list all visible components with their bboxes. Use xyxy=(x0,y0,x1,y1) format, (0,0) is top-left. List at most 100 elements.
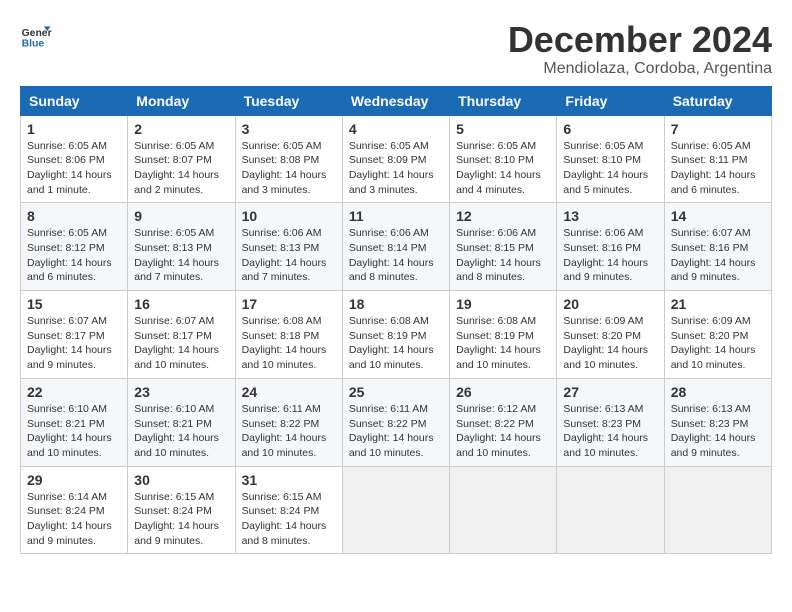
calendar-table: SundayMondayTuesdayWednesdayThursdayFrid… xyxy=(20,86,772,555)
logo: General Blue xyxy=(20,20,52,52)
calendar-cell xyxy=(557,466,664,554)
svg-text:Blue: Blue xyxy=(22,38,45,49)
day-info: Sunrise: 6:13 AMSunset: 8:23 PMDaylight:… xyxy=(563,402,657,461)
day-info: Sunrise: 6:05 AMSunset: 8:12 PMDaylight:… xyxy=(27,226,121,285)
day-info: Sunrise: 6:08 AMSunset: 8:19 PMDaylight:… xyxy=(349,314,443,373)
day-number: 16 xyxy=(134,296,228,312)
day-number: 24 xyxy=(242,384,336,400)
sunset-text: Sunset: 8:16 PM xyxy=(563,241,657,256)
daylight-text: Daylight: 14 hours and 10 minutes. xyxy=(242,343,336,372)
calendar-week-row: 8Sunrise: 6:05 AMSunset: 8:12 PMDaylight… xyxy=(21,203,772,291)
day-info: Sunrise: 6:12 AMSunset: 8:22 PMDaylight:… xyxy=(456,402,550,461)
day-info: Sunrise: 6:06 AMSunset: 8:15 PMDaylight:… xyxy=(456,226,550,285)
day-info: Sunrise: 6:05 AMSunset: 8:11 PMDaylight:… xyxy=(671,139,765,198)
calendar-cell: 5Sunrise: 6:05 AMSunset: 8:10 PMDaylight… xyxy=(450,115,557,203)
day-number: 15 xyxy=(27,296,121,312)
calendar-cell: 20Sunrise: 6:09 AMSunset: 8:20 PMDayligh… xyxy=(557,291,664,379)
sunset-text: Sunset: 8:19 PM xyxy=(349,329,443,344)
calendar-cell xyxy=(450,466,557,554)
day-number: 13 xyxy=(563,208,657,224)
daylight-text: Daylight: 14 hours and 10 minutes. xyxy=(456,343,550,372)
day-info: Sunrise: 6:13 AMSunset: 8:23 PMDaylight:… xyxy=(671,402,765,461)
calendar-cell: 28Sunrise: 6:13 AMSunset: 8:23 PMDayligh… xyxy=(664,378,771,466)
calendar-cell: 14 Sunrise: 6:07 AMSunset: 8:16 PMDayligh… xyxy=(664,203,771,291)
sunrise-text: Sunrise: 6:05 AM xyxy=(349,139,443,154)
daylight-text: Daylight: 14 hours and 10 minutes. xyxy=(671,343,765,372)
day-number: 2 xyxy=(134,121,228,137)
sunrise-text: Sunrise: 6:05 AM xyxy=(563,139,657,154)
calendar-cell: 15Sunrise: 6:07 AMSunset: 8:17 PMDayligh… xyxy=(21,291,128,379)
day-number: 29 xyxy=(27,472,121,488)
sunset-text: Sunset: 8:23 PM xyxy=(671,417,765,432)
daylight-text: Daylight: 14 hours and 7 minutes. xyxy=(242,256,336,285)
weekday-header-row: SundayMondayTuesdayWednesdayThursdayFrid… xyxy=(21,86,772,115)
sunrise-text: Sunrise: 6:07 AM xyxy=(671,226,765,241)
day-number: 12 xyxy=(456,208,550,224)
day-info: Sunrise: 6:14 AMSunset: 8:24 PMDaylight:… xyxy=(27,490,121,549)
daylight-text: Daylight: 14 hours and 10 minutes. xyxy=(242,431,336,460)
sunrise-text: Sunrise: 6:05 AM xyxy=(456,139,550,154)
weekday-header-monday: Monday xyxy=(128,86,235,115)
day-info: Sunrise: 6:10 AMSunset: 8:21 PMDaylight:… xyxy=(134,402,228,461)
daylight-text: Daylight: 14 hours and 2 minutes. xyxy=(134,168,228,197)
calendar-cell: 11Sunrise: 6:06 AMSunset: 8:14 PMDayligh… xyxy=(342,203,449,291)
sunrise-text: Sunrise: 6:08 AM xyxy=(242,314,336,329)
sunset-text: Sunset: 8:22 PM xyxy=(349,417,443,432)
calendar-cell: 4Sunrise: 6:05 AMSunset: 8:09 PMDaylight… xyxy=(342,115,449,203)
calendar-cell: 13Sunrise: 6:06 AMSunset: 8:16 PMDayligh… xyxy=(557,203,664,291)
location-subtitle: Mendiolaza, Cordoba, Argentina xyxy=(508,60,772,78)
calendar-week-row: 22Sunrise: 6:10 AMSunset: 8:21 PMDayligh… xyxy=(21,378,772,466)
daylight-text: Daylight: 14 hours and 3 minutes. xyxy=(242,168,336,197)
day-number: 31 xyxy=(242,472,336,488)
day-number: 14 xyxy=(671,208,765,224)
calendar-cell: 7 Sunrise: 6:05 AMSunset: 8:11 PMDaylight… xyxy=(664,115,771,203)
daylight-text: Daylight: 14 hours and 10 minutes. xyxy=(27,431,121,460)
day-info: Sunrise: 6:05 AMSunset: 8:09 PMDaylight:… xyxy=(349,139,443,198)
calendar-cell: 23Sunrise: 6:10 AMSunset: 8:21 PMDayligh… xyxy=(128,378,235,466)
weekday-header-sunday: Sunday xyxy=(21,86,128,115)
page-header: General Blue December 2024 Mendiolaza, C… xyxy=(20,20,772,78)
day-number: 9 xyxy=(134,208,228,224)
day-number: 10 xyxy=(242,208,336,224)
day-info: Sunrise: 6:08 AMSunset: 8:18 PMDaylight:… xyxy=(242,314,336,373)
sunrise-text: Sunrise: 6:11 AM xyxy=(349,402,443,417)
calendar-cell xyxy=(342,466,449,554)
sunset-text: Sunset: 8:10 PM xyxy=(456,153,550,168)
sunset-text: Sunset: 8:10 PM xyxy=(563,153,657,168)
day-number: 20 xyxy=(563,296,657,312)
day-info: Sunrise: 6:06 AMSunset: 8:13 PMDaylight:… xyxy=(242,226,336,285)
daylight-text: Daylight: 14 hours and 9 minutes. xyxy=(27,343,121,372)
daylight-text: Daylight: 14 hours and 9 minutes. xyxy=(671,431,765,460)
month-title: December 2024 xyxy=(508,20,772,60)
calendar-cell: 3Sunrise: 6:05 AMSunset: 8:08 PMDaylight… xyxy=(235,115,342,203)
day-number: 27 xyxy=(563,384,657,400)
daylight-text: Daylight: 14 hours and 7 minutes. xyxy=(134,256,228,285)
day-info: Sunrise: 6:11 AMSunset: 8:22 PMDaylight:… xyxy=(242,402,336,461)
day-number: 11 xyxy=(349,208,443,224)
calendar-cell: 2Sunrise: 6:05 AMSunset: 8:07 PMDaylight… xyxy=(128,115,235,203)
calendar-cell: 27 Sunrise: 6:13 AMSunset: 8:23 PMDayligh… xyxy=(557,378,664,466)
day-number: 18 xyxy=(349,296,443,312)
day-number: 7 xyxy=(671,121,765,137)
sunrise-text: Sunrise: 6:15 AM xyxy=(242,490,336,505)
calendar-week-row: 1Sunrise: 6:05 AMSunset: 8:06 PMDaylight… xyxy=(21,115,772,203)
sunset-text: Sunset: 8:21 PM xyxy=(27,417,121,432)
sunrise-text: Sunrise: 6:14 AM xyxy=(27,490,121,505)
calendar-cell: 31Sunrise: 6:15 AMSunset: 8:24 PMDayligh… xyxy=(235,466,342,554)
day-number: 26 xyxy=(456,384,550,400)
sunrise-text: Sunrise: 6:10 AM xyxy=(27,402,121,417)
daylight-text: Daylight: 14 hours and 10 minutes. xyxy=(563,343,657,372)
sunrise-text: Sunrise: 6:13 AM xyxy=(563,402,657,417)
daylight-text: Daylight: 14 hours and 3 minutes. xyxy=(349,168,443,197)
calendar-cell: 6Sunrise: 6:05 AMSunset: 8:10 PMDaylight… xyxy=(557,115,664,203)
day-info: Sunrise: 6:10 AMSunset: 8:21 PMDaylight:… xyxy=(27,402,121,461)
day-info: Sunrise: 6:05 AMSunset: 8:08 PMDaylight:… xyxy=(242,139,336,198)
daylight-text: Daylight: 14 hours and 5 minutes. xyxy=(563,168,657,197)
daylight-text: Daylight: 14 hours and 9 minutes. xyxy=(671,256,765,285)
day-info: Sunrise: 6:07 AMSunset: 8:16 PMDaylight:… xyxy=(671,226,765,285)
calendar-cell: 12 Sunrise: 6:06 AMSunset: 8:15 PMDayligh… xyxy=(450,203,557,291)
sunrise-text: Sunrise: 6:06 AM xyxy=(563,226,657,241)
sunrise-text: Sunrise: 6:07 AM xyxy=(27,314,121,329)
sunset-text: Sunset: 8:20 PM xyxy=(563,329,657,344)
sunrise-text: Sunrise: 6:12 AM xyxy=(456,402,550,417)
